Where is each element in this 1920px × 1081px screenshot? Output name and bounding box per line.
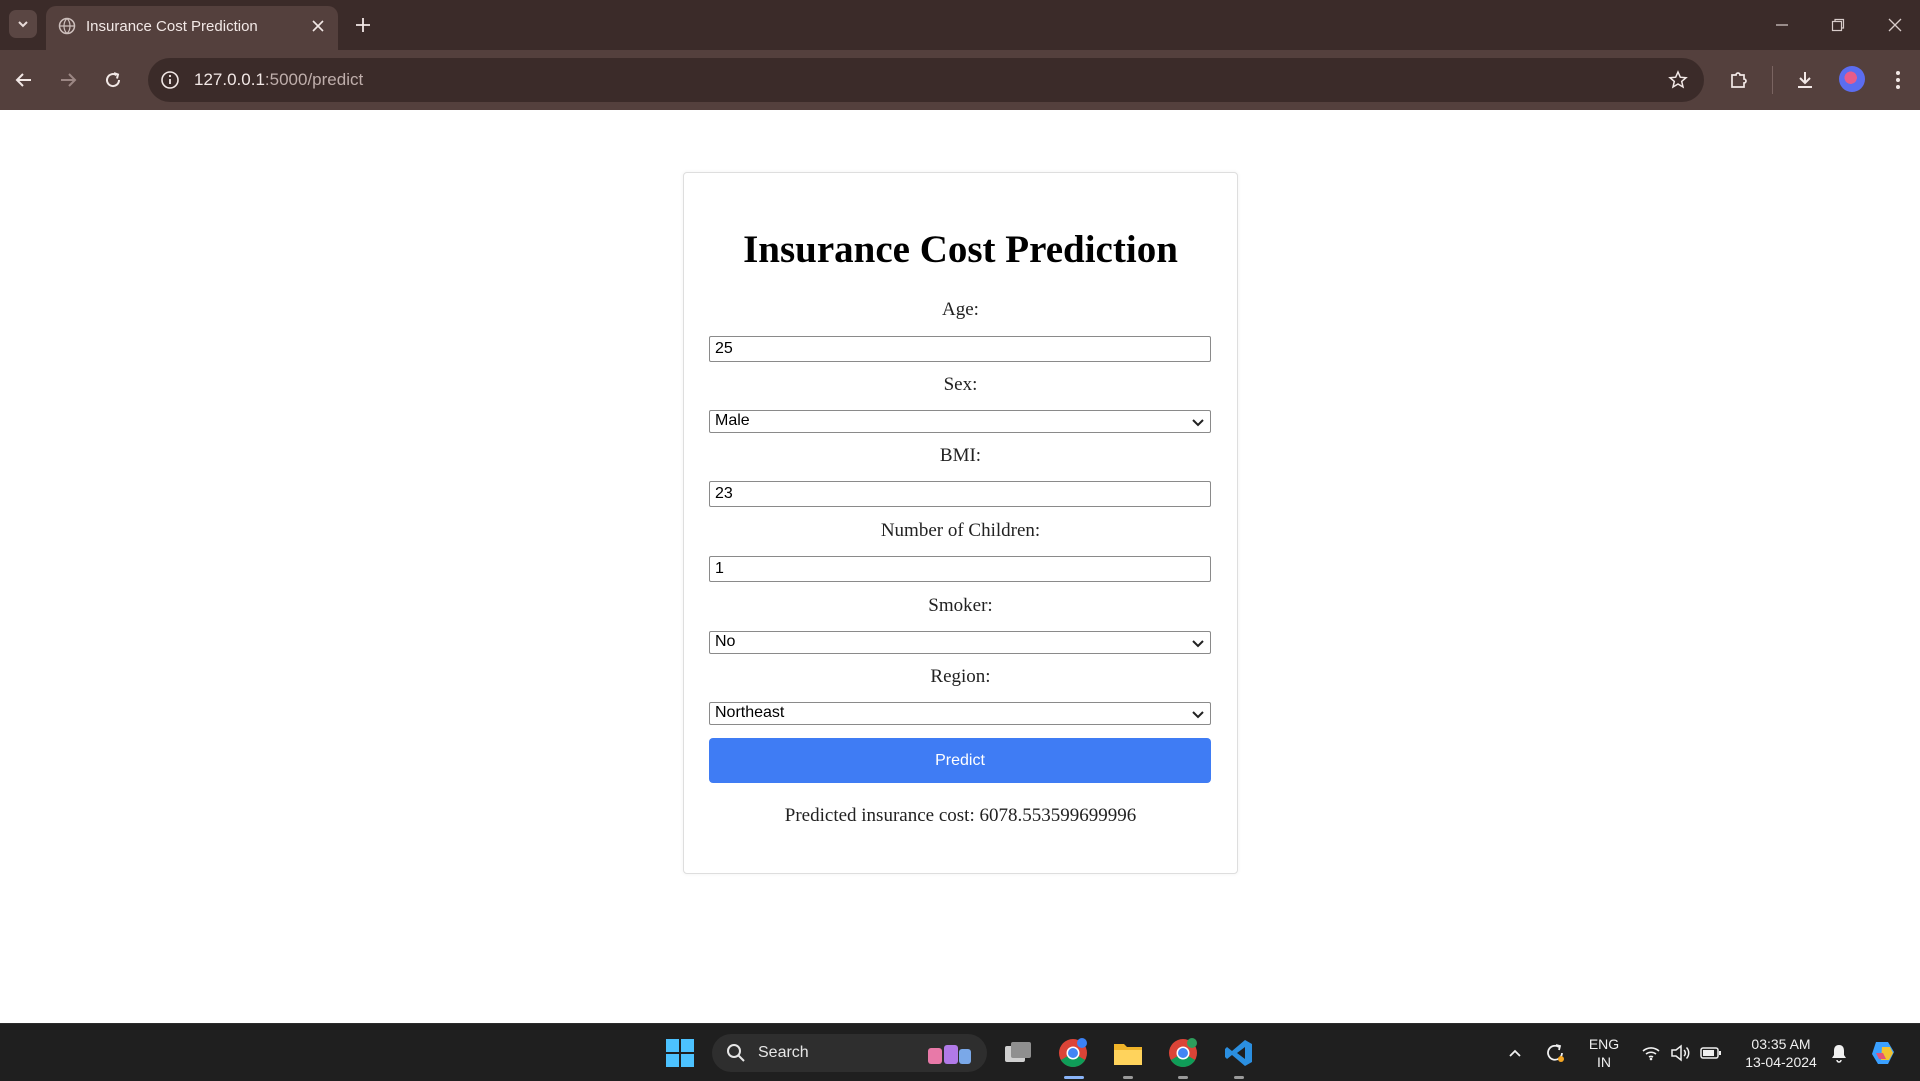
vscode-running-indicator bbox=[1234, 1076, 1244, 1079]
search-highlight-icon bbox=[928, 1045, 971, 1064]
taskbar-search-text: Search bbox=[758, 1044, 809, 1061]
url-text: 127.0.0.1:5000/predict bbox=[194, 70, 364, 89]
sex-label: Sex: bbox=[943, 374, 978, 395]
children-label: Number of Children: bbox=[880, 520, 1041, 541]
smoker-label: Smoker: bbox=[928, 595, 993, 616]
address-bar[interactable]: 127.0.0.1:5000/predict bbox=[148, 58, 1704, 102]
chrome-running-indicator bbox=[1064, 1076, 1084, 1079]
browser-toolbar: 127.0.0.1:5000/predict bbox=[0, 50, 1920, 110]
clock-time: 03:35 AM bbox=[1751, 1036, 1811, 1052]
sync-icon[interactable] bbox=[1538, 1036, 1572, 1070]
back-arrow-icon[interactable] bbox=[9, 65, 39, 95]
download-icon[interactable] bbox=[1790, 65, 1820, 95]
tab-title: Insurance Cost Prediction bbox=[86, 18, 258, 35]
age-input[interactable] bbox=[709, 336, 1211, 362]
chevron-down-icon bbox=[1192, 419, 1204, 427]
forward-arrow-icon[interactable] bbox=[53, 65, 83, 95]
toolbar-divider bbox=[1772, 66, 1773, 94]
tab-close-icon[interactable] bbox=[306, 14, 330, 38]
new-tab-plus-icon[interactable] bbox=[350, 12, 376, 38]
battery-icon[interactable] bbox=[1694, 1036, 1728, 1070]
predict-button[interactable]: Predict bbox=[709, 738, 1211, 783]
close-window-icon[interactable] bbox=[1875, 10, 1915, 40]
explorer-running-indicator bbox=[1123, 1076, 1133, 1079]
page-title: Insurance Cost Prediction bbox=[743, 228, 1178, 271]
chrome-profile-running-indicator bbox=[1178, 1076, 1188, 1079]
sex-select[interactable]: Male bbox=[709, 410, 1211, 433]
volume-icon[interactable] bbox=[1663, 1036, 1697, 1070]
language-indicator[interactable]: ENG IN bbox=[1582, 1035, 1626, 1071]
site-info-icon[interactable] bbox=[158, 68, 182, 92]
smoker-selected-value: No bbox=[715, 633, 736, 650]
profile-avatar[interactable] bbox=[1839, 66, 1865, 92]
chevron-down-icon bbox=[1192, 711, 1204, 719]
windows-taskbar: Search ENG IN 03:35 AM 13-04-2024 bbox=[0, 1023, 1920, 1081]
clock[interactable]: 03:35 AM 13-04-2024 bbox=[1738, 1035, 1824, 1071]
prediction-form-card: Insurance Cost Prediction Age: Sex: Male… bbox=[683, 172, 1238, 874]
bmi-label: BMI: bbox=[939, 445, 982, 466]
notification-bell-icon[interactable] bbox=[1822, 1036, 1856, 1070]
language-line-2: IN bbox=[1597, 1054, 1611, 1070]
region-selected-value: Northeast bbox=[715, 704, 785, 721]
browser-tab-strip: Insurance Cost Prediction bbox=[0, 0, 1920, 50]
reload-icon[interactable] bbox=[98, 65, 128, 95]
tray-overflow-chevron-icon[interactable] bbox=[1498, 1036, 1532, 1070]
age-label: Age: bbox=[942, 299, 979, 320]
globe-icon bbox=[58, 17, 76, 35]
bmi-input[interactable] bbox=[709, 481, 1211, 507]
extensions-puzzle-icon[interactable] bbox=[1724, 65, 1754, 95]
active-tab[interactable]: Insurance Cost Prediction bbox=[46, 6, 338, 50]
vscode-icon[interactable] bbox=[1222, 1036, 1256, 1070]
children-input[interactable] bbox=[709, 556, 1211, 582]
tab-search-chevron-icon[interactable] bbox=[9, 10, 37, 38]
bookmark-star-icon[interactable] bbox=[1666, 68, 1690, 92]
clock-date: 13-04-2024 bbox=[1745, 1054, 1817, 1070]
file-explorer-icon[interactable] bbox=[1111, 1036, 1145, 1070]
chrome-taskbar-icon[interactable] bbox=[1056, 1036, 1090, 1070]
region-label: Region: bbox=[930, 666, 991, 687]
chevron-down-icon bbox=[1192, 640, 1204, 648]
language-line-1: ENG bbox=[1588, 1036, 1620, 1052]
copilot-icon[interactable] bbox=[1866, 1036, 1900, 1070]
prediction-result: Predicted insurance cost: 6078.553599699… bbox=[784, 805, 1137, 826]
sex-selected-value: Male bbox=[715, 412, 750, 429]
restore-icon[interactable] bbox=[1818, 10, 1858, 40]
task-view-icon[interactable] bbox=[1001, 1036, 1035, 1070]
smoker-select[interactable]: No bbox=[709, 631, 1211, 654]
windows-start-icon[interactable] bbox=[663, 1036, 697, 1070]
minimize-icon[interactable] bbox=[1762, 10, 1802, 40]
taskbar-search-box[interactable]: Search bbox=[712, 1034, 987, 1072]
more-menu-icon[interactable] bbox=[1883, 65, 1913, 95]
chrome-profile-taskbar-icon[interactable] bbox=[1166, 1036, 1200, 1070]
region-select[interactable]: Northeast bbox=[709, 702, 1211, 725]
search-icon bbox=[727, 1044, 745, 1062]
